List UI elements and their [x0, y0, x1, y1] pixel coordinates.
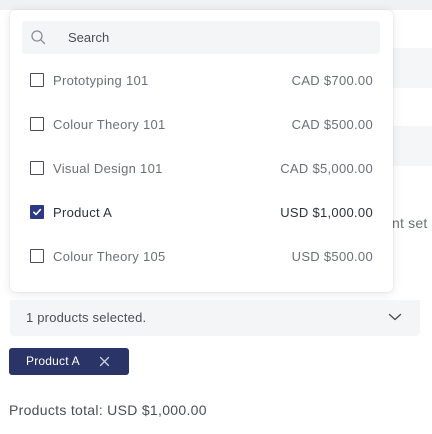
search-box[interactable] [22, 21, 380, 54]
product-select-field[interactable]: 1 products selected. [10, 300, 420, 336]
checkbox[interactable] [30, 73, 44, 87]
product-option[interactable]: Product A USD $1,000.00 [10, 192, 393, 236]
option-label: Visual Design 101 [53, 161, 163, 176]
background-panel-2 [393, 126, 432, 166]
option-price: CAD $700.00 [291, 73, 373, 88]
option-label: Prototyping 101 [53, 73, 149, 88]
product-option[interactable]: Colour Theory 105 USD $500.00 [10, 236, 393, 280]
chip-label: Product A [26, 354, 80, 368]
product-option[interactable]: Prototyping 101 CAD $700.00 [10, 60, 393, 104]
option-label: Product A [53, 205, 113, 220]
background-partial-text: nt set [392, 215, 428, 231]
checkbox[interactable] [30, 117, 44, 131]
checkbox-checked[interactable] [30, 205, 44, 219]
selection-summary: 1 products selected. [26, 310, 147, 325]
option-price: USD $1,000.00 [280, 205, 373, 220]
selected-product-chip: Product A [9, 348, 129, 375]
option-price: USD $500.00 [291, 249, 373, 264]
checkbox[interactable] [30, 161, 44, 175]
option-label: Colour Theory 101 [53, 117, 166, 132]
product-option[interactable]: Colour Theory 101 CAD $500.00 [10, 104, 393, 148]
page-background-bar [0, 0, 432, 10]
chevron-down-icon[interactable] [388, 312, 402, 322]
products-total: Products total: USD $1,000.00 [9, 402, 207, 418]
product-option[interactable]: Visual Design 101 CAD $5,000.00 [10, 148, 393, 192]
check-icon [32, 208, 42, 216]
product-dropdown-menu: Prototyping 101 CAD $700.00 Colour Theory … [10, 10, 393, 292]
option-price: CAD $5,000.00 [280, 161, 373, 176]
background-panel-1 [393, 48, 432, 88]
close-icon[interactable] [99, 356, 110, 367]
option-label: Colour Theory 105 [53, 249, 166, 264]
search-icon [31, 30, 46, 45]
option-price: CAD $500.00 [291, 117, 373, 132]
checkbox[interactable] [30, 249, 44, 263]
search-input[interactable] [68, 21, 368, 54]
